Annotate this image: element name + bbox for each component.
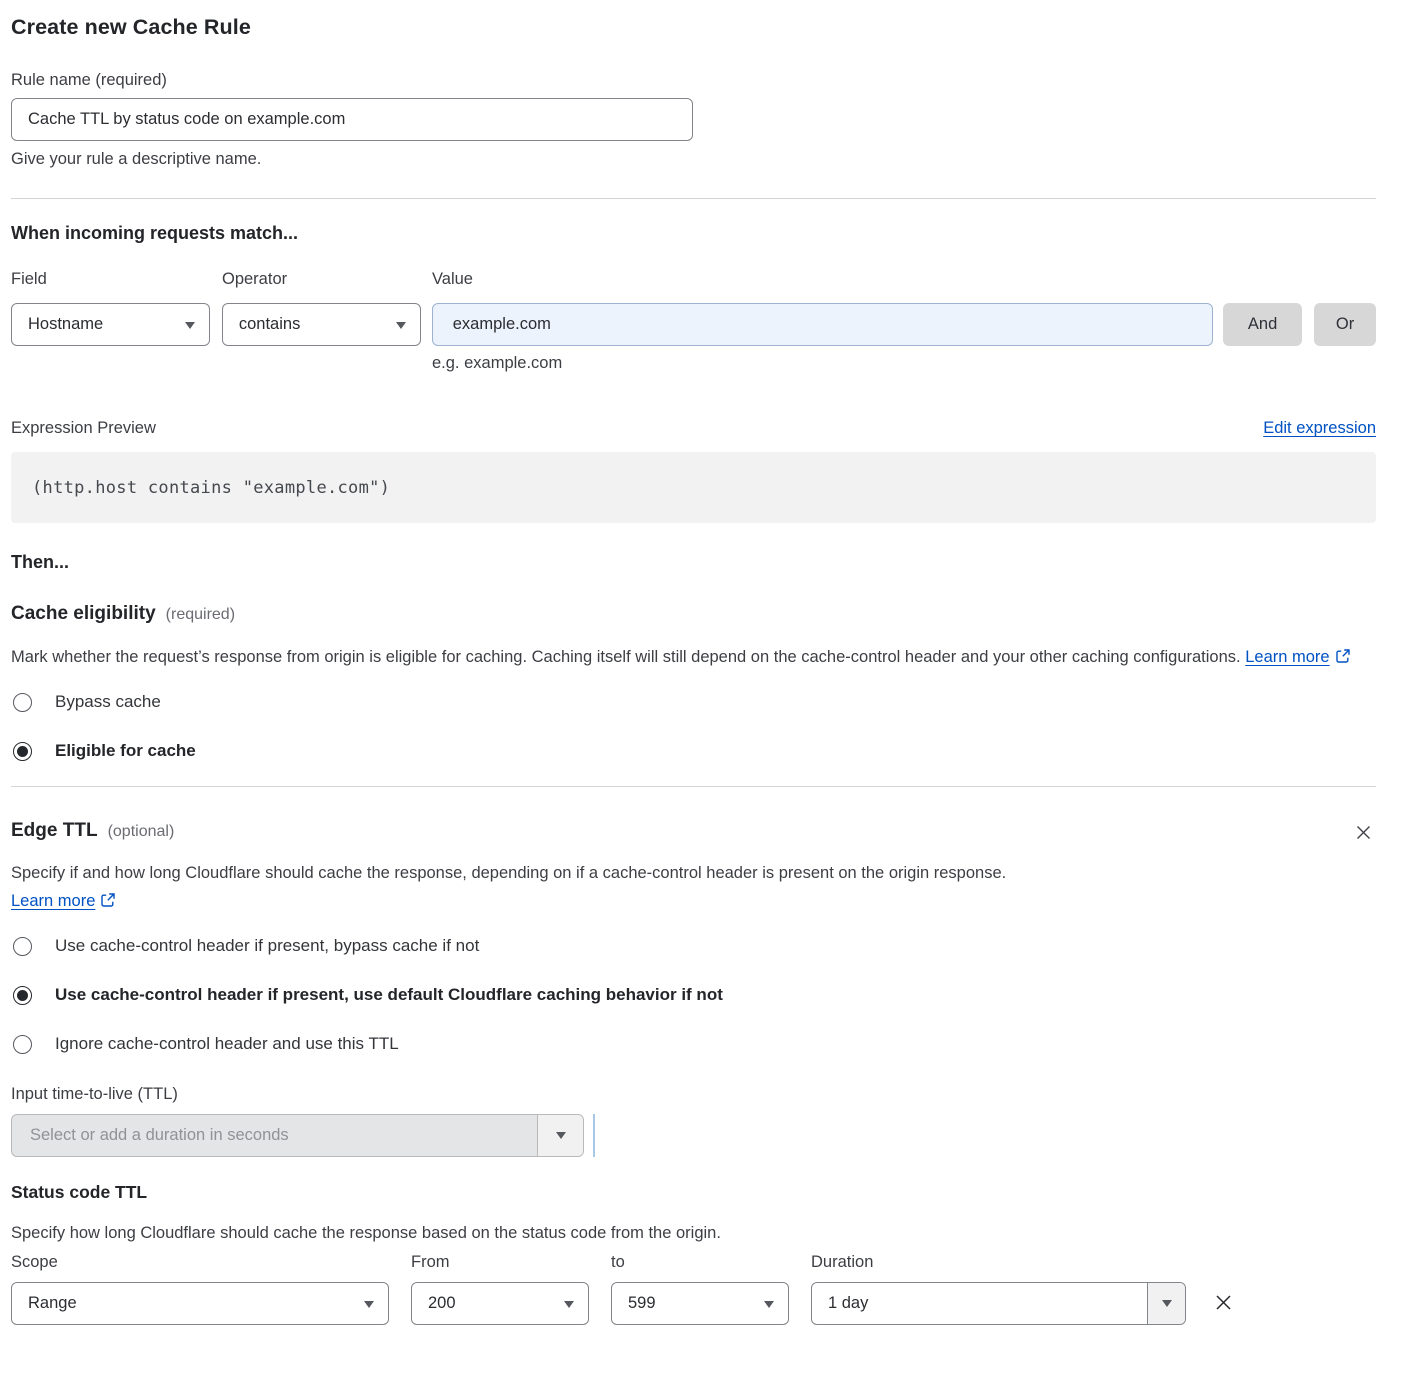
radio-checked-icon[interactable]	[13, 742, 32, 761]
ttl-combo-row: Select or add a duration in seconds	[11, 1114, 1376, 1157]
cache-eligibility-header: Cache eligibility (required)	[11, 603, 1376, 625]
from-select[interactable]: 200	[411, 1282, 589, 1325]
close-icon	[1353, 822, 1374, 843]
expression-code: (http.host contains "example.com")	[32, 478, 390, 498]
learn-more-link[interactable]: Learn more	[1245, 648, 1350, 666]
remove-status-ttl-button[interactable]	[1210, 1289, 1237, 1316]
ttl-duration-select[interactable]: Select or add a duration in seconds	[11, 1114, 584, 1157]
description-text: Mark whether the request’s response from…	[11, 648, 1241, 666]
chevron-down-icon	[185, 322, 195, 329]
cache-eligibility-qualifier: (required)	[166, 606, 235, 624]
radio-option-label: Eligible for cache	[55, 741, 196, 761]
edit-expression-link[interactable]: Edit expression	[1263, 419, 1376, 438]
chevron-down-icon	[1162, 1300, 1172, 1307]
to-select-value: 599	[628, 1294, 656, 1313]
match-controls-row: Hostname contains And Or	[11, 303, 1376, 346]
status-code-ttl-description: Specify how long Cloudflare should cache…	[11, 1224, 1376, 1243]
duration-label: Duration	[811, 1253, 1186, 1272]
edge-ttl-qualifier: (optional)	[108, 823, 175, 841]
text-cursor	[593, 1114, 595, 1157]
edge-ttl-title: Edge TTL	[11, 820, 98, 842]
close-icon	[1212, 1291, 1235, 1314]
external-link-icon	[1335, 648, 1351, 664]
radio-option-label: Ignore cache-control header and use this…	[55, 1034, 399, 1054]
learn-more-text: Learn more	[1245, 648, 1329, 666]
page-title: Create new Cache Rule	[11, 14, 1376, 40]
match-heading: When incoming requests match...	[11, 223, 1376, 244]
scope-select[interactable]: Range	[11, 1282, 389, 1325]
to-label: to	[611, 1253, 789, 1272]
section-divider	[11, 786, 1376, 787]
rule-name-label: Rule name (required)	[11, 71, 1376, 90]
duration-group: Duration 1 day	[811, 1253, 1186, 1325]
rule-name-input[interactable]	[11, 98, 693, 141]
radio-option-bypass-cache[interactable]: Bypass cache	[11, 692, 1376, 712]
chevron-down-icon	[564, 1301, 574, 1308]
expression-preview-row: Expression Preview Edit expression	[11, 419, 1376, 438]
from-label: From	[411, 1253, 589, 1272]
status-code-ttl-row: Scope Range From 200 to 599 Duration 1 d…	[11, 1253, 1376, 1325]
chevron-down-icon	[396, 322, 406, 329]
ttl-duration-placeholder: Select or add a duration in seconds	[12, 1115, 537, 1156]
radio-option-ignore-header[interactable]: Ignore cache-control header and use this…	[11, 1034, 1376, 1054]
chevron-down-icon	[556, 1132, 566, 1139]
description-text: Specify if and how long Cloudflare shoul…	[11, 864, 1006, 882]
scope-select-value: Range	[28, 1294, 77, 1313]
operator-select-value: contains	[239, 315, 300, 334]
learn-more-text: Learn more	[11, 892, 95, 910]
rule-name-helper: Give your rule a descriptive name.	[11, 150, 1376, 169]
radio-unchecked-icon[interactable]	[13, 937, 32, 956]
value-label: Value	[432, 270, 473, 289]
edge-ttl-title-group: Edge TTL (optional)	[11, 820, 174, 842]
field-select-value: Hostname	[28, 315, 103, 334]
operator-label: Operator	[222, 270, 432, 289]
field-select[interactable]: Hostname	[11, 303, 210, 346]
cache-eligibility-title: Cache eligibility	[11, 603, 156, 625]
chevron-down-icon	[364, 1301, 374, 1308]
value-input[interactable]	[432, 303, 1213, 346]
section-divider	[11, 198, 1376, 199]
and-button[interactable]: And	[1223, 303, 1302, 346]
create-cache-rule-form: Create new Cache Rule Rule name (require…	[0, 14, 1412, 1325]
radio-unchecked-icon[interactable]	[13, 693, 32, 712]
then-heading: Then...	[11, 552, 1376, 573]
status-code-ttl-title: Status code TTL	[11, 1182, 1376, 1203]
expression-preview-label: Expression Preview	[11, 419, 156, 438]
edge-ttl-close-button[interactable]	[1351, 820, 1376, 845]
radio-option-label: Bypass cache	[55, 692, 161, 712]
scope-label: Scope	[11, 1253, 389, 1272]
chevron-down-icon	[764, 1301, 774, 1308]
radio-option-use-header-bypass[interactable]: Use cache-control header if present, byp…	[11, 936, 1376, 956]
from-select-value: 200	[428, 1294, 456, 1313]
to-select[interactable]: 599	[611, 1282, 789, 1325]
or-button[interactable]: Or	[1314, 303, 1376, 346]
duration-dropdown-toggle[interactable]	[1147, 1283, 1185, 1324]
to-group: to 599	[611, 1253, 789, 1325]
radio-option-label: Use cache-control header if present, byp…	[55, 936, 479, 956]
cache-eligibility-description: Mark whether the request’s response from…	[11, 643, 1356, 671]
duration-select-value: 1 day	[812, 1283, 1147, 1324]
operator-select[interactable]: contains	[222, 303, 421, 346]
scope-group: Scope Range	[11, 1253, 389, 1325]
ttl-dropdown-toggle[interactable]	[537, 1115, 583, 1156]
external-link-icon	[100, 892, 116, 908]
radio-option-label: Use cache-control header if present, use…	[55, 985, 723, 1005]
radio-checked-icon[interactable]	[13, 986, 32, 1005]
ttl-input-label: Input time-to-live (TTL)	[11, 1085, 1376, 1104]
duration-select[interactable]: 1 day	[811, 1282, 1186, 1325]
radio-option-use-header-default[interactable]: Use cache-control header if present, use…	[11, 985, 1376, 1005]
match-labels-row: Field Operator Value	[11, 270, 1376, 289]
radio-option-eligible-for-cache[interactable]: Eligible for cache	[11, 741, 1376, 761]
value-helper: e.g. example.com	[432, 354, 1376, 373]
expression-code-box: (http.host contains "example.com")	[11, 452, 1376, 523]
field-label: Field	[11, 270, 222, 289]
edge-ttl-description: Specify if and how long Cloudflare shoul…	[11, 859, 1116, 915]
learn-more-link[interactable]: Learn more	[11, 892, 116, 910]
edge-ttl-header: Edge TTL (optional)	[11, 820, 1376, 845]
radio-unchecked-icon[interactable]	[13, 1035, 32, 1054]
from-group: From 200	[411, 1253, 589, 1325]
